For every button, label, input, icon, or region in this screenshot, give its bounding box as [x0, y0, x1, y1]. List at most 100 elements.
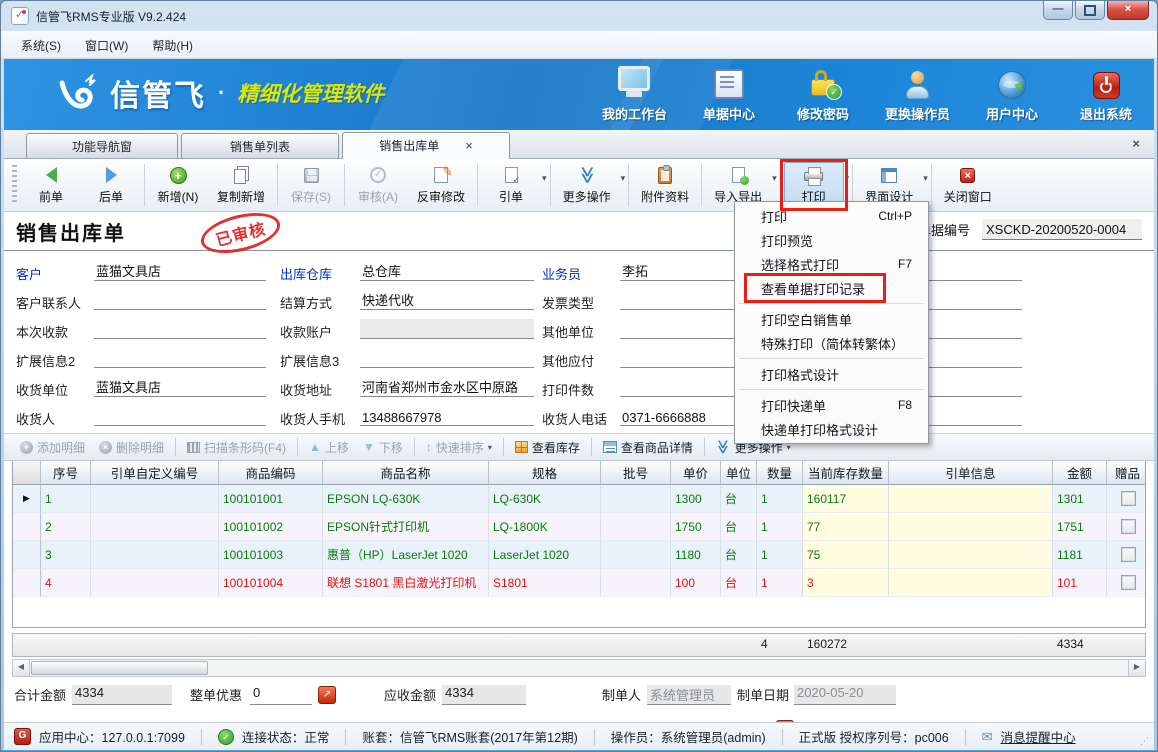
payment-now-field[interactable]: [94, 319, 266, 339]
receiver-mobile-field[interactable]: 13488667978: [360, 406, 534, 426]
salesman-label: 业务员: [542, 264, 581, 283]
move-down-button: ▼ 下移: [357, 437, 409, 458]
gift-checkbox[interactable]: [1121, 547, 1136, 562]
receiver-label: 收货人: [16, 409, 55, 428]
customer-field[interactable]: 蓝猫文具店: [94, 261, 266, 281]
banner-action-user-center[interactable]: 用户中心: [980, 67, 1044, 123]
total-amount-label: 合计金额: [14, 685, 66, 704]
warehouse-field[interactable]: 总仓库: [360, 261, 534, 281]
scrollbar-thumb[interactable]: [31, 661, 208, 675]
resize-grip[interactable]: ⋰: [1140, 736, 1150, 747]
add-circle-icon: +: [20, 441, 33, 454]
warehouse-label: 出库仓库: [280, 264, 332, 283]
menu-window[interactable]: 窗口(W): [73, 34, 140, 57]
pull-doc-icon: [505, 167, 518, 183]
status-bar: G 应用中心：127.0.0.1:7099 ✓ 连接状态：正常 账套：信管飞RM…: [4, 722, 1154, 750]
status-app-center: 应用中心：127.0.0.1:7099: [39, 727, 185, 746]
toolbar-grip: [12, 165, 17, 205]
copy-new-button[interactable]: 复制新增: [208, 162, 274, 208]
order-discount-field[interactable]: 0: [250, 685, 312, 705]
banner-action-workbench[interactable]: 我的工作台: [602, 67, 667, 123]
receiver-unit-field[interactable]: 蓝猫文具店: [94, 377, 266, 397]
pull-doc-button[interactable]: 引单: [481, 162, 541, 208]
new-button[interactable]: + 新增(N): [148, 162, 208, 208]
banner-action-exit[interactable]: 退出系统: [1074, 67, 1138, 123]
grid-row-2[interactable]: 2 100101002 EPSON针式打印机 LQ-1800K 1750 台 1…: [13, 513, 1145, 541]
banner-action-switch-operator[interactable]: 更换操作员: [885, 67, 950, 123]
prev-doc-button[interactable]: 前单: [21, 162, 81, 208]
gift-checkbox[interactable]: [1121, 519, 1136, 534]
import-export-icon: [732, 167, 745, 183]
attachments-button[interactable]: 附件资料: [632, 162, 698, 208]
ext-info3-label: 扩展信息3: [280, 351, 339, 370]
scan-barcode-button: 扫描条形码(F4): [181, 437, 292, 458]
banner-action-document-center[interactable]: 单据中心: [697, 67, 761, 123]
move-up-button: ▲ 上移: [303, 437, 355, 458]
minimize-button[interactable]: —: [1043, 1, 1073, 20]
receiver-phone-label: 收货人电话: [542, 409, 607, 428]
arrow-down-icon: ▼: [363, 441, 375, 453]
scroll-left-arrow[interactable]: ◀: [13, 660, 30, 676]
ext-info3-field[interactable]: [360, 348, 534, 368]
gift-checkbox[interactable]: [1121, 575, 1136, 590]
maximize-button[interactable]: [1075, 1, 1105, 20]
tab-sales-outbound[interactable]: 销售出库单 ×: [342, 132, 510, 159]
horizontal-scrollbar[interactable]: ◀ ▶: [12, 659, 1146, 677]
tabstrip-close-button[interactable]: ×: [1132, 136, 1140, 151]
copy-icon: [234, 169, 246, 184]
receiver-field[interactable]: [94, 406, 266, 426]
menu-item-print-express[interactable]: 打印快递单 F8: [735, 393, 928, 417]
pull-doc-dropdown-icon[interactable]: ▾: [542, 173, 547, 198]
ext-info2-field[interactable]: [94, 348, 266, 368]
scroll-right-arrow[interactable]: ▶: [1128, 660, 1145, 676]
menu-item-express-format-design[interactable]: 快递单打印格式设计: [735, 417, 928, 441]
receivable-label: 应收金额: [384, 685, 436, 704]
customer-contact-field[interactable]: [94, 290, 266, 310]
more-actions-button[interactable]: ≫ 更多操作: [554, 162, 620, 208]
tab-sales-list[interactable]: 销售单列表: [181, 133, 339, 158]
view-product-detail-button[interactable]: 查看商品详情: [597, 437, 699, 458]
grid-row-3[interactable]: 3 100101003 惠普（HP）LaserJet 1020 LaserJet…: [13, 541, 1145, 569]
menu-system[interactable]: 系统(S): [9, 34, 73, 57]
next-doc-button[interactable]: 后单: [81, 162, 141, 208]
unaudit-edit-button[interactable]: 反审修改: [408, 162, 474, 208]
menu-help[interactable]: 帮助(H): [140, 34, 205, 57]
total-amount-field: 4334: [72, 685, 172, 705]
banner-action-change-password[interactable]: 修改密码: [791, 67, 855, 123]
close-button[interactable]: ×: [1107, 1, 1149, 20]
grid-row-4[interactable]: 4 100101004 联想 S1801 黑白激光打印机 S1801 100 台…: [13, 569, 1145, 597]
menu-item-view-print-records[interactable]: 查看单据打印记录: [735, 276, 928, 300]
discount-action-icon[interactable]: ↗: [318, 686, 336, 704]
tab-close-icon[interactable]: ×: [465, 138, 473, 153]
menu-item-special-print[interactable]: 特殊打印（简体转繁体）: [735, 331, 928, 355]
print-dropdown-icon[interactable]: ▾: [845, 173, 850, 198]
user-center-globe-icon: [998, 71, 1026, 99]
creator-field: 系统管理员: [647, 685, 731, 705]
receivable-field: 4334: [442, 685, 526, 705]
menu-item-select-format-print[interactable]: 选择格式打印 F7: [735, 252, 928, 276]
menu-item-print-format-design[interactable]: 打印格式设计: [735, 362, 928, 386]
menu-item-print[interactable]: 打印 Ctrl+P: [735, 204, 928, 228]
gift-checkbox[interactable]: [1121, 491, 1136, 506]
more-actions-dropdown-icon[interactable]: ▾: [621, 173, 626, 198]
view-stock-button[interactable]: 查看库存: [509, 437, 586, 458]
grid-row-1[interactable]: ▶ 1 100101001 EPSON LQ-630K LQ-630K 1300…: [13, 485, 1145, 513]
menu-separator: [739, 303, 924, 304]
total-amount: 4334: [1057, 637, 1084, 651]
workbench-monitor-icon: [618, 66, 650, 91]
import-export-dropdown-icon[interactable]: ▾: [772, 173, 777, 198]
brand-name: 信管飞: [110, 71, 206, 115]
settlement-field[interactable]: 快递代收: [360, 290, 534, 310]
delivery-address-field[interactable]: 河南省郑州市金水区中原路: [360, 377, 534, 397]
menu-item-print-preview[interactable]: 打印预览: [735, 228, 928, 252]
close-x-icon: ×: [960, 168, 975, 183]
ui-design-dropdown-icon[interactable]: ▾: [923, 173, 928, 198]
menu-item-print-blank-sales[interactable]: 打印空白销售单: [735, 307, 928, 331]
tab-function-nav[interactable]: 功能导航窗: [26, 133, 178, 158]
bird-logo-icon: [56, 73, 100, 113]
total-stock: 160272: [807, 637, 847, 651]
close-window-button[interactable]: × 关闭窗口: [935, 162, 1001, 208]
menu-bar: 系统(S) 窗口(W) 帮助(H): [1, 31, 1157, 59]
message-center-link[interactable]: 消息提醒中心: [1001, 727, 1076, 746]
receipt-account-label: 收款账户: [280, 322, 332, 341]
